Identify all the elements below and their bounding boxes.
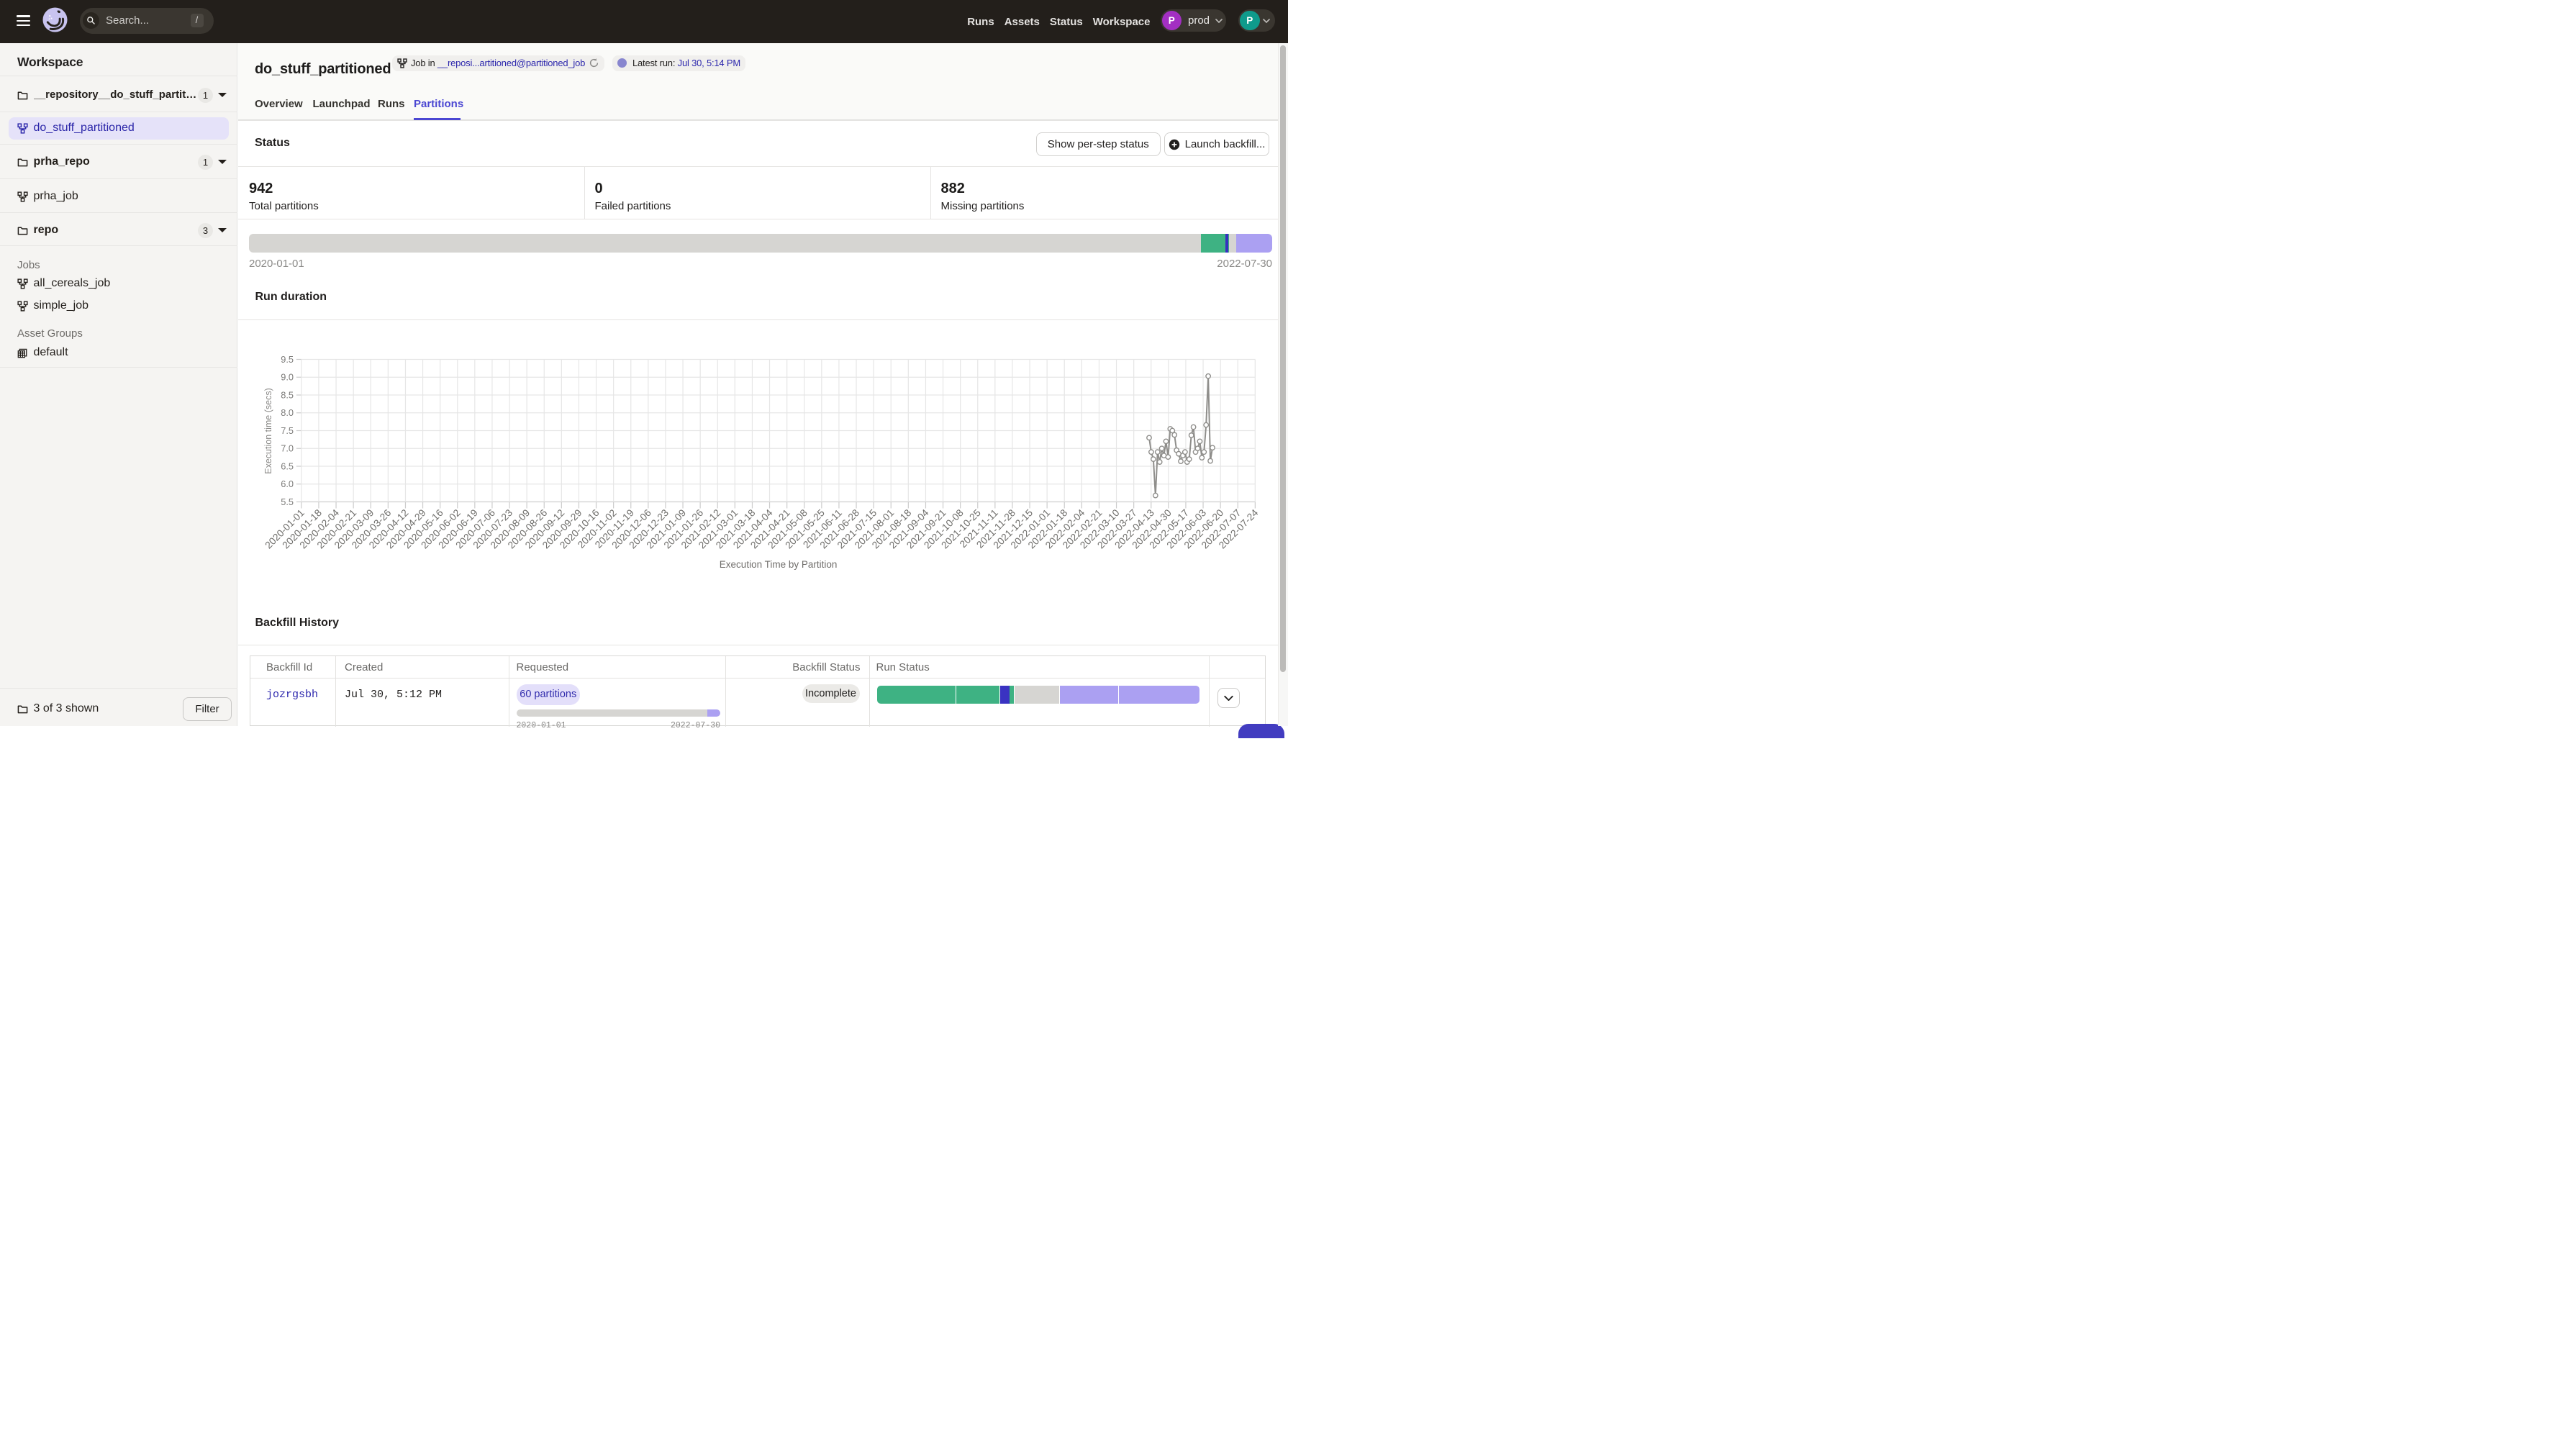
svg-text:7.0: 7.0 [281, 443, 294, 454]
svg-text:7.5: 7.5 [281, 425, 294, 436]
svg-text:Execution time (secs): Execution time (secs) [263, 388, 273, 473]
svg-text:9.0: 9.0 [281, 372, 294, 383]
svg-text:6.5: 6.5 [281, 460, 294, 471]
svg-text:6.0: 6.0 [281, 478, 294, 489]
svg-text:Execution Time by Partition: Execution Time by Partition [720, 559, 838, 570]
svg-text:8.5: 8.5 [281, 389, 294, 400]
svg-text:5.5: 5.5 [281, 496, 294, 507]
svg-text:8.0: 8.0 [281, 407, 294, 418]
svg-text:9.5: 9.5 [281, 354, 294, 365]
